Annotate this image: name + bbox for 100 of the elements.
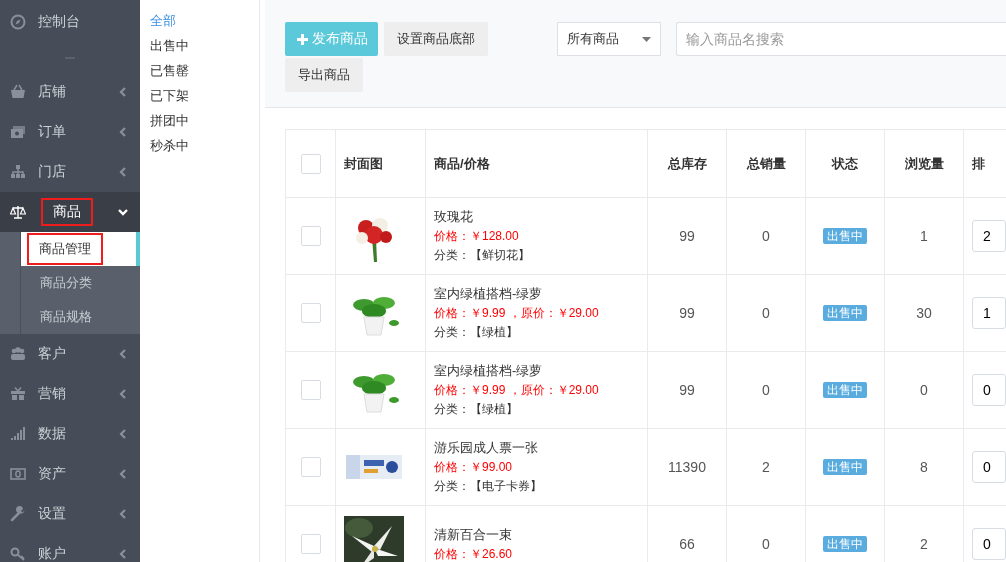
nav-label: 控制台 <box>38 13 81 31</box>
nav-label: 订单 <box>38 123 67 141</box>
nav-item[interactable]: 资产 <box>0 454 140 494</box>
product-category: 分类：【电子卡券】 <box>434 478 543 495</box>
row-checkbox[interactable] <box>300 534 321 554</box>
views-cell: 1 <box>884 197 964 275</box>
views-cell: 30 <box>884 274 964 352</box>
nav-item[interactable]: 商品 <box>0 192 140 232</box>
signal-icon <box>10 426 26 442</box>
product-price: 价格：￥9.99 ，原价：￥29.00 <box>434 305 600 322</box>
nav-label: 资产 <box>38 465 67 483</box>
sales-cell: 0 <box>726 351 806 429</box>
product-name: 室内绿植搭档-绿萝 <box>434 285 544 303</box>
filter-link[interactable]: 已售罄 <box>150 58 259 83</box>
sort-field[interactable]: 0 <box>972 528 1006 560</box>
highlighted-label: 商品 <box>41 198 93 226</box>
product-price: 价格：￥9.99 ，原价：￥29.00 <box>434 382 600 399</box>
product-name: 清新百合一束 <box>434 525 513 544</box>
views-cell: 8 <box>884 428 964 506</box>
nav-item[interactable]: 账户 <box>0 534 140 562</box>
submenu-label: 商品规格 <box>40 308 92 326</box>
nav-label: 营销 <box>38 385 67 403</box>
sort-field[interactable]: 2 <box>972 220 1006 252</box>
column-header: 浏览量 <box>884 129 964 198</box>
stock-cell: 99 <box>647 197 727 275</box>
plus-icon <box>297 33 308 45</box>
submenu-item[interactable]: 商品管理 <box>20 232 140 266</box>
nav-item[interactable]: 订单 <box>0 112 140 152</box>
views-cell: 0 <box>884 351 964 429</box>
column-header: 总销量 <box>726 129 806 198</box>
row-checkbox[interactable] <box>300 380 321 400</box>
scale-icon <box>10 204 26 220</box>
row-checkbox[interactable] <box>300 226 321 246</box>
stock-cell: 99 <box>647 274 727 352</box>
product-name: 游乐园成人票一张 <box>434 439 539 457</box>
nav-label: 设置 <box>38 505 67 523</box>
category-select[interactable]: 所有商品 <box>557 22 661 56</box>
submenu-item[interactable]: 商品分类 <box>20 266 140 300</box>
nav-item[interactable]: 控制台 <box>0 0 140 44</box>
nav-item[interactable]: 店铺 <box>0 72 140 112</box>
sort-field[interactable]: 0 <box>972 451 1006 483</box>
row-checkbox[interactable] <box>300 457 321 477</box>
product-name: 室内绿植搭档-绿萝 <box>434 362 544 380</box>
sales-cell: 0 <box>726 274 806 352</box>
wrench-icon <box>10 506 26 522</box>
column-header: 状态 <box>805 129 885 198</box>
product-category: 分类：【绿植】 <box>434 324 519 341</box>
product-price: 价格：￥26.60 <box>434 545 514 562</box>
status-badge: 出售中 <box>823 305 867 321</box>
sales-cell: 2 <box>726 428 806 506</box>
filter-link[interactable]: 已下架 <box>150 83 259 108</box>
compass-icon <box>10 14 26 30</box>
filter-link[interactable]: 全部 <box>150 8 259 33</box>
nav-label: 客户 <box>38 345 67 363</box>
row-checkbox[interactable] <box>300 303 321 323</box>
action-button[interactable]: 设置商品底部 <box>384 22 488 56</box>
nav-item[interactable]: 客户 <box>0 334 140 374</box>
column-header: 封面图 <box>335 129 426 198</box>
sales-cell: 0 <box>726 197 806 275</box>
status-badge: 出售中 <box>823 382 867 398</box>
sort-field[interactable]: 1 <box>972 297 1006 329</box>
submenu-item[interactable]: 商品规格 <box>20 300 140 334</box>
sort-field[interactable]: 0 <box>972 374 1006 406</box>
filter-link[interactable]: 出售中 <box>150 33 259 58</box>
nav-label: 店铺 <box>38 83 67 101</box>
key-icon <box>10 546 26 562</box>
column-header: 商品/价格 <box>425 129 648 198</box>
nav-item[interactable]: 门店 <box>0 152 140 192</box>
nav-item[interactable]: 数据 <box>0 414 140 454</box>
column-header: 排 <box>963 129 1006 198</box>
status-badge: 出售中 <box>823 459 867 475</box>
search-field[interactable]: 输入商品名搜索 <box>676 22 1006 56</box>
nav-label: 账户 <box>38 545 67 562</box>
column-header: 总库存 <box>647 129 727 198</box>
action-button[interactable]: 导出商品 <box>285 58 363 92</box>
product-price: 价格：￥99.00 <box>434 459 514 476</box>
users-icon <box>10 346 26 362</box>
banknote-icon <box>10 124 26 140</box>
nav-item[interactable]: 营销 <box>0 374 140 414</box>
product-name: 玫瑰花 <box>434 208 474 226</box>
product-category: 分类：【绿植】 <box>434 401 519 418</box>
stock-cell: 11390 <box>647 428 727 506</box>
filter-link[interactable]: 拼团中 <box>150 108 259 133</box>
basket-icon <box>10 84 26 100</box>
nav-item[interactable]: 设置 <box>0 494 140 534</box>
nav-label: 数据 <box>38 425 67 443</box>
select-all-checkbox[interactable] <box>300 153 321 174</box>
stock-cell: 99 <box>647 351 727 429</box>
highlighted-label: 商品管理 <box>27 233 103 265</box>
filter-link[interactable]: 秒杀中 <box>150 133 259 158</box>
caret-icon <box>642 36 651 42</box>
status-badge: 出售中 <box>823 228 867 244</box>
status-badge: 出售中 <box>823 536 867 552</box>
submenu-label: 商品分类 <box>40 274 92 292</box>
sitemap-icon <box>10 164 26 180</box>
nav-label: 门店 <box>38 163 67 181</box>
product-category: 分类：【鲜切花】 <box>434 247 531 264</box>
product-price: 价格：￥128.00 <box>434 228 520 245</box>
money-icon <box>10 466 26 482</box>
gift-icon <box>10 386 26 402</box>
